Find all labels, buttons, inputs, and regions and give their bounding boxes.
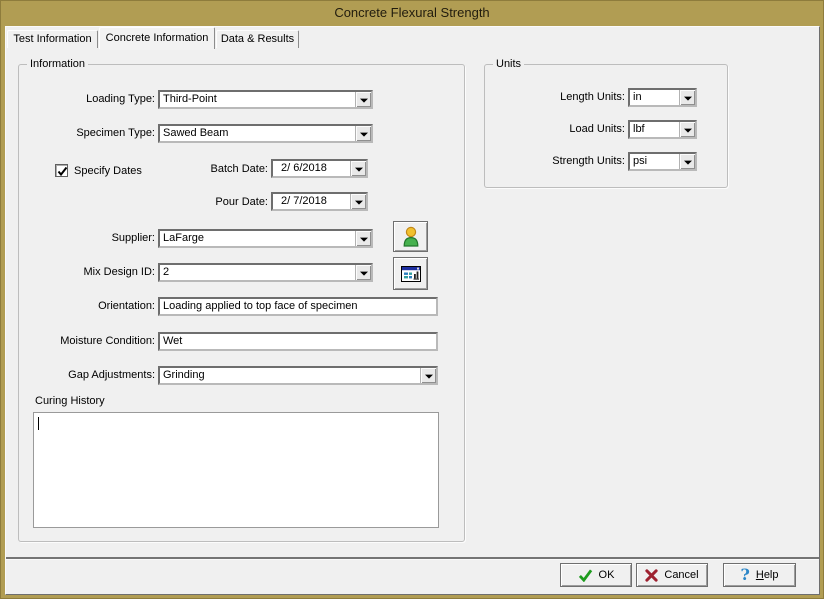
length-units-dropdown-button[interactable]: [679, 90, 695, 105]
mix-design-id-label: Mix Design ID:: [19, 266, 155, 279]
gap-adjustments-dropdown-button[interactable]: [420, 368, 436, 383]
moisture-condition-input[interactable]: Wet: [158, 332, 438, 351]
length-units-label: Length Units:: [485, 91, 625, 104]
information-group-label: Information: [27, 58, 88, 71]
chevron-down-icon: [355, 167, 363, 171]
chevron-down-icon: [360, 98, 368, 102]
edit-suppliers-button[interactable]: [393, 221, 428, 252]
orientation-value: Loading applied to top face of specimen: [163, 300, 434, 313]
strength-units-value: psi: [633, 155, 677, 168]
chevron-down-icon: [684, 128, 692, 132]
chevron-down-icon: [355, 200, 363, 204]
specimen-type-dropdown-button[interactable]: [355, 126, 371, 141]
supplier-select[interactable]: LaFarge: [158, 229, 373, 248]
tab-concrete-information[interactable]: Concrete Information: [99, 27, 215, 49]
pour-date-picker[interactable]: 2/ 7/2018: [271, 192, 368, 211]
tab-data-results[interactable]: Data & Results: [216, 30, 299, 48]
strength-units-select[interactable]: psi: [628, 152, 697, 171]
supplier-label: Supplier:: [19, 232, 155, 245]
tab-label: Concrete Information: [106, 32, 209, 44]
chevron-down-icon: [684, 160, 692, 164]
x-icon: [645, 569, 658, 582]
mix-design-id-value: 2: [163, 266, 353, 279]
strength-units-dropdown-button[interactable]: [679, 154, 695, 169]
chevron-down-icon: [684, 96, 692, 100]
moisture-condition-label: Moisture Condition:: [19, 335, 155, 348]
gap-adjustments-label: Gap Adjustments:: [19, 369, 155, 382]
check-icon: [578, 568, 593, 582]
mix-design-id-select[interactable]: 2: [158, 263, 373, 282]
question-icon: ?: [740, 567, 749, 583]
specimen-type-select[interactable]: Sawed Beam: [158, 124, 373, 143]
button-bar-divider: [6, 557, 819, 560]
curing-history-textarea[interactable]: [33, 412, 439, 528]
load-units-value: lbf: [633, 123, 677, 136]
moisture-condition-value: Wet: [163, 335, 434, 348]
window-title: Concrete Flexural Strength: [334, 5, 489, 20]
cancel-button-label: Cancel: [664, 569, 698, 581]
orientation-input[interactable]: Loading applied to top face of specimen: [158, 297, 438, 316]
chevron-down-icon: [425, 374, 433, 378]
mix-design-id-dropdown-button[interactable]: [355, 265, 371, 280]
title-bar: Concrete Flexural Strength: [1, 1, 823, 26]
length-units-value: in: [633, 91, 677, 104]
load-units-label: Load Units:: [485, 123, 625, 136]
mix-design-window-icon: [401, 266, 421, 282]
tab-test-information[interactable]: Test Information: [7, 30, 98, 48]
strength-units-label: Strength Units:: [485, 155, 625, 168]
ok-button[interactable]: OK: [560, 563, 632, 587]
person-icon: [402, 226, 420, 247]
supplier-value: LaFarge: [163, 232, 353, 245]
units-group-label: Units: [493, 58, 524, 71]
load-units-select[interactable]: lbf: [628, 120, 697, 139]
chevron-down-icon: [360, 132, 368, 136]
cancel-button[interactable]: Cancel: [636, 563, 708, 587]
gap-adjustments-value: Grinding: [163, 369, 418, 382]
specimen-type-label: Specimen Type:: [19, 127, 155, 140]
help-button-label: Help: [756, 569, 779, 581]
orientation-label: Orientation:: [19, 300, 155, 313]
batch-date-value: 2/ 6/2018: [281, 162, 348, 175]
loading-type-label: Loading Type:: [19, 93, 155, 106]
chevron-down-icon: [360, 237, 368, 241]
pour-date-dropdown-button[interactable]: [350, 194, 366, 209]
tab-label: Data & Results: [221, 33, 294, 45]
gap-adjustments-select[interactable]: Grinding: [158, 366, 438, 385]
ok-button-label: OK: [599, 569, 615, 581]
text-caret: [38, 417, 39, 430]
checkmark-icon: [56, 165, 69, 178]
chevron-down-icon: [360, 271, 368, 275]
units-group: Units Length Units: in Load Units: lbf S…: [484, 64, 728, 188]
specify-dates-checkbox[interactable]: [55, 164, 68, 177]
help-button[interactable]: ? Help: [723, 563, 796, 587]
information-group: Information Loading Type: Third-Point Sp…: [18, 64, 465, 542]
batch-date-picker[interactable]: 2/ 6/2018: [271, 159, 368, 178]
loading-type-value: Third-Point: [163, 93, 353, 106]
supplier-dropdown-button[interactable]: [355, 231, 371, 246]
batch-date-dropdown-button[interactable]: [350, 161, 366, 176]
curing-history-label: Curing History: [35, 395, 155, 408]
load-units-dropdown-button[interactable]: [679, 122, 695, 137]
tab-label: Test Information: [13, 33, 91, 45]
loading-type-select[interactable]: Third-Point: [158, 90, 373, 109]
dialog-body: Test Information Concrete Information Da…: [5, 26, 820, 595]
specimen-type-value: Sawed Beam: [163, 127, 353, 140]
mix-design-details-button[interactable]: [393, 257, 428, 290]
loading-type-dropdown-button[interactable]: [355, 92, 371, 107]
batch-date-label: Batch Date:: [169, 163, 268, 176]
concrete-flexural-strength-dialog: Concrete Flexural Strength Test Informat…: [0, 0, 824, 599]
pour-date-label: Pour Date:: [169, 196, 268, 209]
pour-date-value: 2/ 7/2018: [281, 195, 348, 208]
length-units-select[interactable]: in: [628, 88, 697, 107]
